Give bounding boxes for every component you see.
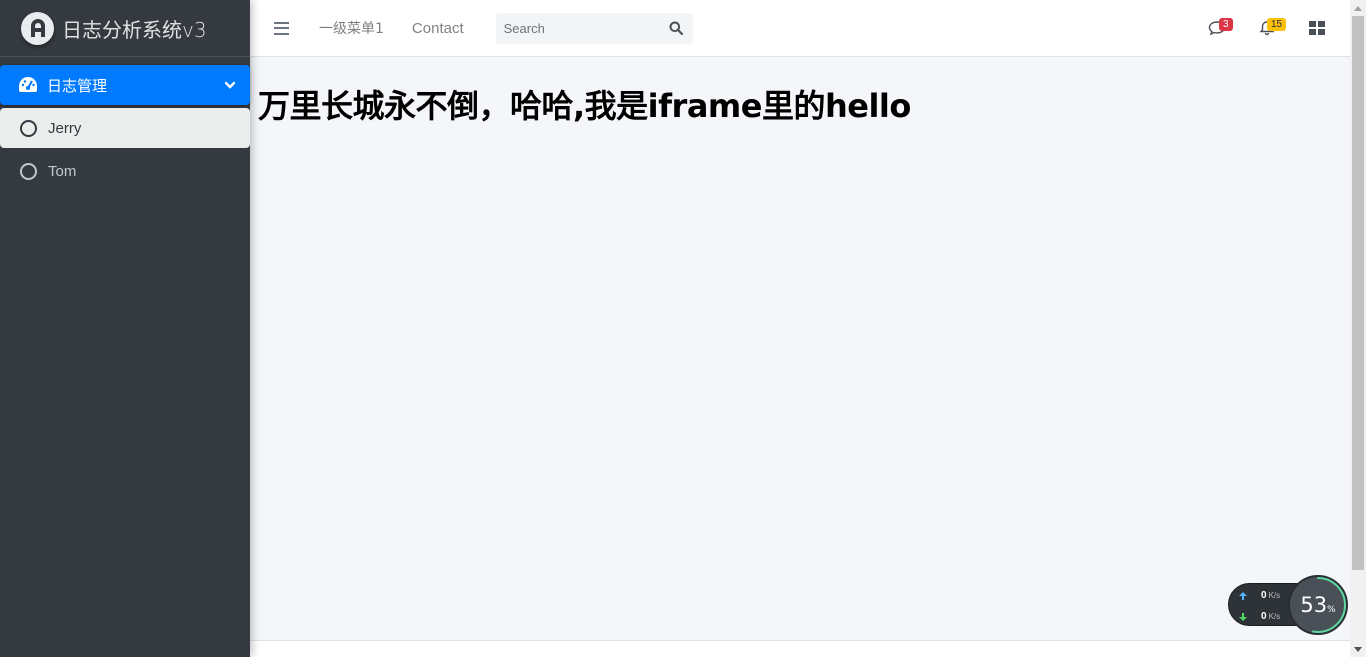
brand-logo-icon <box>21 11 54 45</box>
page-heading: 万里长城永不倒，哈哈,我是iframe里的hello <box>258 87 911 125</box>
top-navbar: 一级菜单1 Contact 3 15 <box>250 0 1350 57</box>
sidebar: 日志分析系统v3 日志管理 Jerry Tom <box>0 0 250 657</box>
tachometer-icon <box>19 77 37 92</box>
download-speed: 0 K/s <box>1239 611 1280 622</box>
nav-link-contact[interactable]: Contact <box>412 20 464 37</box>
download-arrow-icon <box>1239 612 1247 621</box>
sidebar-item-label: 日志管理 <box>47 76 108 95</box>
circle-icon <box>20 162 37 180</box>
scroll-up-arrow-icon[interactable] <box>1350 0 1366 16</box>
apps-button[interactable] <box>1292 0 1342 57</box>
search-button[interactable] <box>660 13 693 44</box>
download-unit: K/s <box>1268 612 1281 621</box>
upload-speed: 0 K/s <box>1239 590 1280 601</box>
search-icon <box>669 21 684 35</box>
messages-button[interactable]: 3 <box>1192 0 1242 57</box>
sidebar-item-log-management[interactable]: 日志管理 <box>0 65 250 105</box>
scrollbar-thumb[interactable] <box>1352 16 1364 570</box>
search-box <box>495 12 693 44</box>
sidebar-item-tom[interactable]: Tom <box>0 151 250 191</box>
memory-usage-gauge[interactable]: 53% <box>1288 575 1348 635</box>
scrollbar[interactable] <box>1350 0 1366 657</box>
hamburger-menu-icon[interactable] <box>274 21 289 35</box>
footer <box>250 640 1350 657</box>
nav-link-menu1[interactable]: 一级菜单1 <box>319 18 384 38</box>
gauge-percent: 53% <box>1300 593 1336 617</box>
notifications-badge: 15 <box>1267 17 1287 31</box>
upload-arrow-icon <box>1239 591 1247 600</box>
brand-title: 日志分析系统v3 <box>62 17 207 42</box>
content-iframe: 万里长城永不倒，哈哈,我是iframe里的hello <box>250 57 1350 640</box>
sidebar-item-jerry[interactable]: Jerry <box>0 108 250 148</box>
upload-value: 0 <box>1261 590 1267 601</box>
messages-badge: 3 <box>1219 17 1233 31</box>
sidebar-item-label: Jerry <box>48 119 82 137</box>
search-input[interactable] <box>495 12 660 44</box>
navbar-right: 3 15 <box>1192 0 1350 57</box>
chevron-down-icon <box>224 81 236 89</box>
brand-link[interactable]: 日志分析系统v3 <box>0 0 250 57</box>
notifications-button[interactable]: 15 <box>1242 0 1292 57</box>
scroll-down-arrow-icon[interactable] <box>1350 641 1366 657</box>
download-value: 0 <box>1261 611 1267 622</box>
upload-unit: K/s <box>1268 591 1281 600</box>
sidebar-item-label: Tom <box>48 162 77 180</box>
grid-icon <box>1309 21 1325 35</box>
circle-icon <box>20 119 37 137</box>
sidebar-nav: 日志管理 Jerry Tom <box>0 57 250 191</box>
